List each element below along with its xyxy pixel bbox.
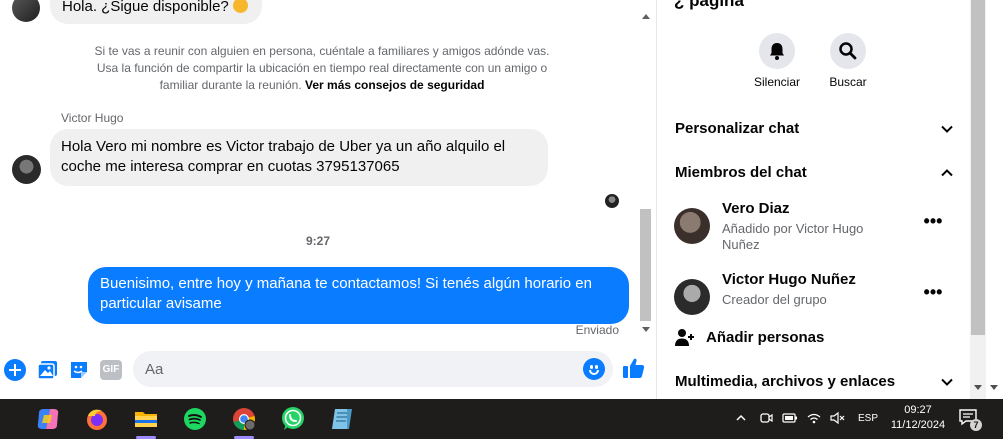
clock-time: 09:27 — [904, 404, 932, 416]
search-button[interactable]: Buscar — [813, 33, 883, 89]
chat-members-label: Miembros del chat — [675, 164, 807, 181]
clock[interactable]: 09:27 11/12/2024 — [882, 403, 954, 433]
scrollbar-gutter — [986, 0, 1003, 399]
chat-scrollbar[interactable] — [636, 0, 656, 345]
bell-icon — [759, 33, 795, 69]
media-files-links-label: Multimedia, archivos y enlaces — [675, 373, 896, 390]
avatar[interactable] — [12, 155, 41, 184]
sent-status: Enviado — [575, 323, 619, 337]
time-separator: 9:27 — [305, 234, 331, 248]
member-name: Victor Hugo Nuñez — [722, 271, 856, 288]
mute-label: Silenciar — [753, 75, 801, 89]
safety-tips-link[interactable]: Ver más consejos de seguridad — [305, 78, 484, 92]
scrollbar-thumb[interactable] — [640, 209, 651, 321]
sticker-icon[interactable] — [68, 359, 90, 381]
page-scrollbar[interactable] — [970, 0, 1003, 399]
chevron-down-icon — [941, 378, 953, 386]
member-subtitle: Añadido por Victor Hugo Nuñez — [722, 221, 864, 252]
customize-chat-label: Personalizar chat — [675, 120, 800, 137]
safety-notice: Si te vas a reunir con alguien en person… — [84, 43, 560, 94]
messenger-window: Hola. ¿Sigue disponible? Si te vas a reu… — [0, 0, 1003, 439]
more-options-icon[interactable]: ••• — [921, 212, 945, 237]
member-name: Vero Diaz — [722, 200, 790, 217]
like-icon[interactable] — [622, 356, 646, 380]
avatar — [674, 208, 710, 244]
message-text: Buenisimo, entre hoy y mañana te contact… — [100, 275, 592, 312]
more-options-icon[interactable]: ••• — [921, 283, 945, 308]
chevron-up-icon — [941, 169, 953, 177]
chevron-up-icon[interactable] — [735, 412, 747, 424]
message-bubble-incoming[interactable]: Hola Vero mi nombre es Victor trabajo de… — [50, 129, 548, 186]
mute-button[interactable]: Silenciar — [742, 33, 812, 89]
message-input[interactable] — [133, 351, 613, 387]
message-list[interactable]: Hola. ¿Sigue disponible? Si te vas a reu… — [0, 0, 636, 345]
system-tray: ESP 09:27 11/12/2024 7 — [0, 399, 1003, 439]
search-icon — [830, 33, 866, 69]
message-text: Hola Vero mi nombre es Victor trabajo de… — [61, 138, 506, 175]
scroll-down-arrow-icon[interactable] — [974, 385, 982, 390]
add-person-icon — [675, 329, 694, 346]
message-bubble-outgoing[interactable]: Buenisimo, entre hoy y mañana te contact… — [88, 267, 629, 324]
chat-members-row[interactable]: Miembros del chat — [675, 164, 955, 181]
wifi-icon[interactable] — [806, 411, 822, 425]
smile-emoji-icon — [232, 0, 248, 13]
taskbar: ESP 09:27 11/12/2024 7 — [0, 399, 1003, 439]
scroll-down-arrow-icon[interactable] — [990, 385, 998, 390]
scroll-down-arrow-icon[interactable] — [642, 327, 650, 332]
plus-icon[interactable] — [4, 359, 26, 381]
chat-info-panel: ¿ página Silenciar Buscar Personalizar c… — [656, 0, 970, 399]
emoji-icon[interactable] — [583, 358, 605, 380]
member-item[interactable]: Vero Diaz Añadido por Victor Hugo Nuñez … — [674, 200, 959, 254]
member-subtitle: Creador del grupo — [722, 292, 827, 307]
add-people-label: Añadir personas — [706, 329, 825, 346]
seen-avatar — [605, 194, 619, 208]
battery-icon[interactable] — [782, 412, 798, 424]
add-people-button[interactable]: Añadir personas — [674, 327, 954, 349]
notification-center-button[interactable]: 7 — [958, 408, 984, 432]
scrollbar-thumb[interactable] — [971, 0, 985, 335]
customize-chat-row[interactable]: Personalizar chat — [675, 120, 955, 137]
member-item[interactable]: Victor Hugo Nuñez Creador del grupo ••• — [674, 271, 959, 325]
chevron-down-icon — [941, 125, 953, 133]
meet-now-icon[interactable] — [759, 411, 773, 425]
gallery-icon[interactable] — [37, 359, 59, 381]
language-indicator[interactable]: ESP — [858, 413, 878, 424]
gif-icon[interactable]: GIF — [100, 360, 122, 380]
sender-name: Victor Hugo — [61, 111, 124, 125]
message-bubble-incoming[interactable]: Hola. ¿Sigue disponible? — [50, 0, 262, 24]
avatar — [674, 279, 710, 315]
search-label: Buscar — [829, 75, 867, 89]
media-files-links-row[interactable]: Multimedia, archivos y enlaces — [675, 373, 955, 390]
clock-date: 11/12/2024 — [890, 419, 946, 431]
panel-title-partial: ¿ página — [674, 0, 744, 10]
chat-pane: Hola. ¿Sigue disponible? Si te vas a reu… — [0, 0, 656, 399]
notification-badge: 7 — [970, 419, 982, 431]
avatar[interactable] — [12, 0, 40, 22]
message-text: Hola. ¿Sigue disponible? — [62, 0, 229, 15]
volume-muted-icon[interactable] — [829, 411, 845, 425]
scroll-up-arrow-icon[interactable] — [642, 14, 650, 19]
message-composer: GIF — [0, 345, 656, 399]
